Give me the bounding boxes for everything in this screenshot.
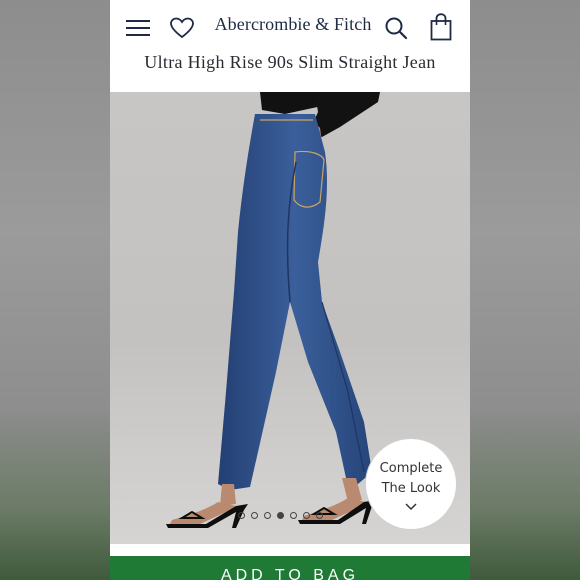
brand-logo[interactable]: Abercrombie & Fitch: [214, 14, 372, 35]
gallery-dot-active[interactable]: [277, 512, 284, 519]
complete-the-look-button[interactable]: Complete The Look: [365, 438, 457, 530]
gallery-dot[interactable]: [264, 512, 271, 519]
search-icon: [385, 17, 408, 40]
product-title: Ultra High Rise 90s Slim Straight Jean: [144, 52, 436, 72]
shopping-bag-button[interactable]: [428, 12, 454, 42]
phone-screen: Abercrombie & Fitch Ultra High Rise 90s …: [110, 0, 470, 580]
gallery-dot[interactable]: [316, 512, 323, 519]
gallery-dot[interactable]: [290, 512, 297, 519]
shopping-bag-icon: [430, 13, 452, 41]
add-to-bag-button[interactable]: ADD TO BAG: [110, 556, 470, 580]
gallery-dot[interactable]: [251, 512, 258, 519]
menu-icon: [126, 20, 150, 36]
search-button[interactable]: [382, 14, 410, 42]
site-header: Abercrombie & Fitch Ultra High Rise 90s …: [110, 0, 470, 92]
complete-the-look-label-1: Complete: [379, 461, 443, 476]
favorites-button[interactable]: [168, 14, 196, 42]
gallery-pagination: [238, 512, 323, 524]
chevron-down-icon: [405, 503, 417, 511]
gallery-dot[interactable]: [238, 512, 245, 519]
complete-the-look-label-2: The Look: [381, 481, 441, 496]
menu-button[interactable]: [124, 14, 152, 42]
product-image-gallery[interactable]: Complete The Look: [110, 92, 470, 544]
heart-icon: [170, 17, 194, 39]
gallery-dot[interactable]: [303, 512, 310, 519]
